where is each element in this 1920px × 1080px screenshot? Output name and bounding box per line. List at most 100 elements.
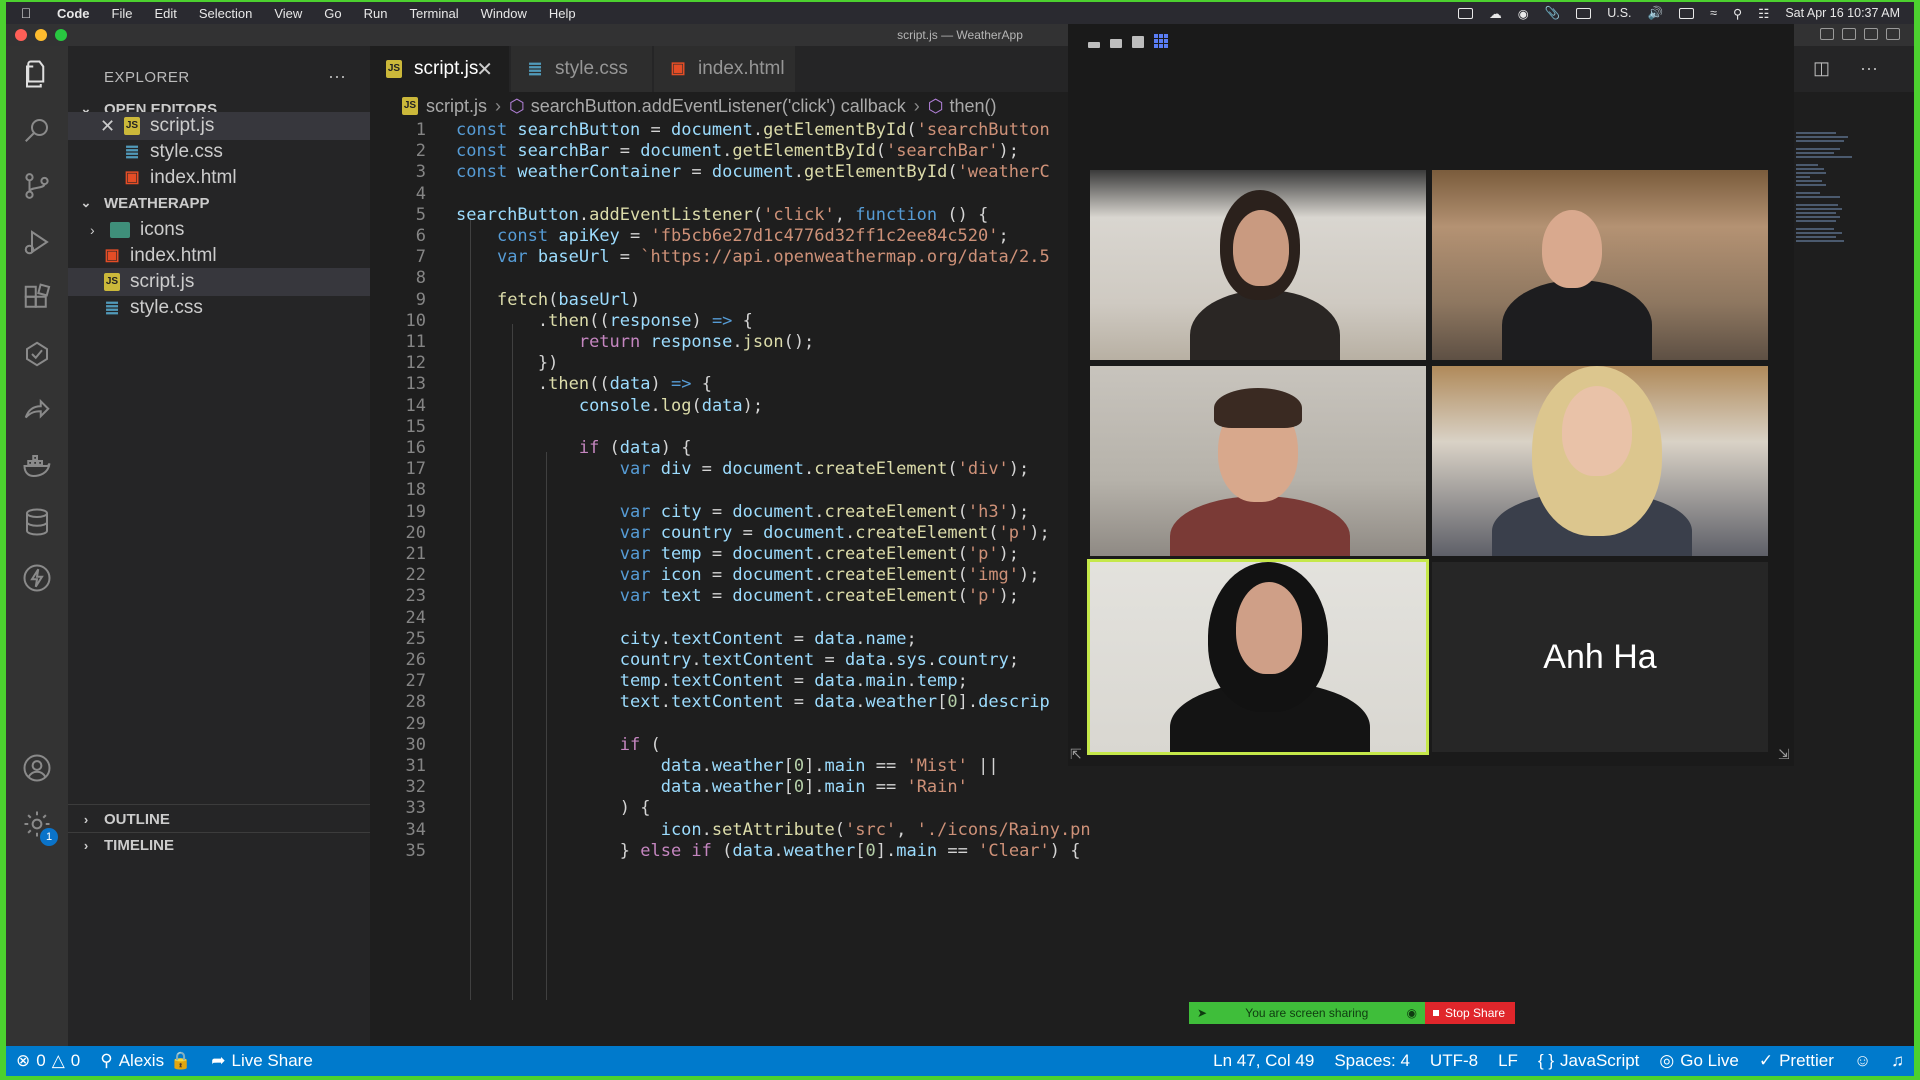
code-line[interactable]: 10 .then((response) => { (370, 311, 1090, 332)
code-line[interactable]: 29 (370, 714, 1090, 735)
video-tile-participant[interactable] (1090, 366, 1426, 556)
maximize-window-button[interactable] (55, 29, 67, 41)
code-editor[interactable]: 1 const searchButton = document.getElemen… (370, 120, 1090, 1046)
menu-file[interactable]: File (101, 6, 144, 21)
project-section-header[interactable]: ⌄ WEATHERAPP (68, 190, 370, 216)
breadcrumb-scope[interactable]: searchButton.addEventListener('click') c… (531, 96, 906, 117)
breadcrumb-file[interactable]: script.js (426, 96, 487, 117)
code-line[interactable]: 7 var baseUrl = `https://api.openweather… (370, 247, 1090, 268)
code-line[interactable]: 20 var country = document.createElement(… (370, 523, 1090, 544)
code-line[interactable]: 27 temp.textContent = data.main.temp; (370, 671, 1090, 692)
problems-indicator[interactable]: ⊗ 0 △ 0 (6, 1051, 90, 1071)
menu-terminal[interactable]: Terminal (399, 6, 470, 21)
menu-run[interactable]: Run (353, 6, 399, 21)
code-line[interactable]: 11 return response.json(); (370, 332, 1090, 353)
live-share-icon[interactable] (21, 394, 53, 426)
code-line[interactable]: 14 console.log(data); (370, 396, 1090, 417)
tree-file-item[interactable]: ▣ index.html (68, 242, 370, 270)
code-line[interactable]: 19 var city = document.createElement('h3… (370, 502, 1090, 523)
menu-help[interactable]: Help (538, 6, 587, 21)
cloud-icon[interactable]: ☁ (1489, 6, 1502, 21)
wifi-icon[interactable]: ≈ (1710, 6, 1717, 20)
apple-icon[interactable]:  (6, 5, 46, 21)
view-single-icon[interactable] (1110, 39, 1122, 48)
code-line[interactable]: 22 var icon = document.createElement('im… (370, 565, 1090, 586)
code-line[interactable]: 24 (370, 608, 1090, 629)
live-share-user[interactable]: ⚲ Alexis 🔒 (90, 1051, 201, 1071)
gallery-view-icon[interactable] (1154, 34, 1168, 48)
zoom-menubar-icon[interactable] (1458, 7, 1474, 19)
tree-file-item[interactable]: ≣ style.css (68, 294, 370, 322)
code-line[interactable]: 9 fetch(baseUrl) (370, 290, 1090, 311)
tab-script-js[interactable]: JS script.js ✕ (370, 46, 510, 92)
toggle-panel-icon[interactable] (1842, 28, 1856, 40)
open-editor-item[interactable]: ✕ JS script.js (68, 112, 370, 140)
cursor-position[interactable]: Ln 47, Col 49 (1203, 1051, 1324, 1071)
language-mode[interactable]: { } JavaScript (1528, 1051, 1649, 1071)
battery-icon[interactable] (1679, 7, 1695, 19)
code-line[interactable]: 15 (370, 417, 1090, 438)
toggle-sidebar-icon[interactable] (1820, 28, 1834, 40)
volume-icon[interactable]: 🔊 (1648, 6, 1664, 21)
run-debug-icon[interactable] (21, 226, 53, 258)
menu-edit[interactable]: Edit (143, 6, 187, 21)
line-ending[interactable]: LF (1488, 1051, 1528, 1071)
thunder-client-icon[interactable] (21, 562, 53, 594)
menubar-clock[interactable]: Sat Apr 16 10:37 AM (1785, 6, 1900, 20)
source-control-icon[interactable] (21, 170, 53, 202)
code-line[interactable]: 2 const searchBar = document.getElementBy… (370, 141, 1090, 162)
video-tile-active-speaker[interactable] (1087, 559, 1429, 755)
notifications-bell-icon[interactable]: ♫ (1881, 1051, 1914, 1071)
menu-view[interactable]: View (263, 6, 313, 21)
encoding[interactable]: UTF-8 (1420, 1051, 1488, 1071)
code-line[interactable]: 23 var text = document.createElement('p'… (370, 586, 1090, 607)
code-line[interactable]: 26 country.textContent = data.sys.countr… (370, 650, 1090, 671)
code-line[interactable]: 5 searchButton.addEventListener('click', … (370, 205, 1090, 226)
explorer-icon[interactable] (21, 58, 53, 90)
more-actions-icon[interactable]: ··· (1860, 58, 1878, 79)
search-icon[interactable] (21, 114, 53, 146)
docker-icon[interactable] (21, 450, 53, 482)
split-editor-icon[interactable]: ◫ (1813, 58, 1830, 79)
menu-selection[interactable]: Selection (188, 6, 263, 21)
video-tile-participant[interactable] (1090, 170, 1426, 360)
code-line[interactable]: 28 text.textContent = data.weather[0].de… (370, 692, 1090, 713)
timeline-section-header[interactable]: › TIMELINE (68, 832, 370, 858)
menu-app-name[interactable]: Code (46, 6, 101, 21)
minimize-icon[interactable] (1088, 42, 1100, 48)
minimize-window-button[interactable] (35, 29, 47, 41)
extensions-icon[interactable] (21, 282, 53, 314)
code-line[interactable]: 4 (370, 184, 1090, 205)
tab-index-html[interactable]: ▣ index.html (654, 46, 796, 92)
resize-handle-icon[interactable]: ⇱ (1070, 746, 1082, 763)
code-line[interactable]: 3 const weatherContainer = document.getEl… (370, 162, 1090, 183)
video-tile-camera-off[interactable]: Anh Ha (1432, 562, 1768, 752)
video-call-window[interactable]: Anh Ha ⇱ ⇲ (1068, 24, 1794, 766)
close-window-button[interactable] (15, 29, 27, 41)
open-editor-item[interactable]: ≣ style.css (68, 138, 370, 166)
stop-share-button[interactable]: Stop Share (1425, 1002, 1515, 1024)
code-line[interactable]: 17 var div = document.createElement('div… (370, 459, 1090, 480)
code-line[interactable]: 34 icon.setAttribute('src', './icons/Rai… (370, 820, 1090, 841)
breadcrumb-function[interactable]: then() (950, 96, 997, 117)
minimap[interactable] (1796, 132, 1876, 252)
outline-section-header[interactable]: › OUTLINE (68, 806, 370, 832)
prettier-button[interactable]: ✓ Prettier (1749, 1051, 1844, 1071)
code-line[interactable]: 35 } else if (data.weather[0].main == 'C… (370, 841, 1090, 862)
open-editor-item[interactable]: ▣ index.html (68, 164, 370, 192)
accounts-icon[interactable] (21, 752, 53, 784)
explorer-more-actions-button[interactable]: ··· (328, 66, 346, 87)
close-icon[interactable]: ✕ (100, 116, 124, 137)
indentation[interactable]: Spaces: 4 (1324, 1051, 1420, 1071)
resize-handle-icon[interactable]: ⇲ (1778, 746, 1790, 763)
code-line[interactable]: 18 (370, 480, 1090, 501)
code-line[interactable]: 30 if ( (370, 735, 1090, 756)
tree-file-item[interactable]: JS script.js (68, 268, 370, 296)
tab-style-css[interactable]: ≣ style.css (511, 46, 653, 92)
code-line[interactable]: 33 ) { (370, 798, 1090, 819)
control-center-icon[interactable]: ☷ (1758, 6, 1769, 21)
testing-icon[interactable] (21, 338, 53, 370)
video-tile-participant[interactable] (1432, 170, 1768, 360)
view-strip-icon[interactable] (1132, 36, 1144, 48)
toggle-secondary-sidebar-icon[interactable] (1864, 28, 1878, 40)
